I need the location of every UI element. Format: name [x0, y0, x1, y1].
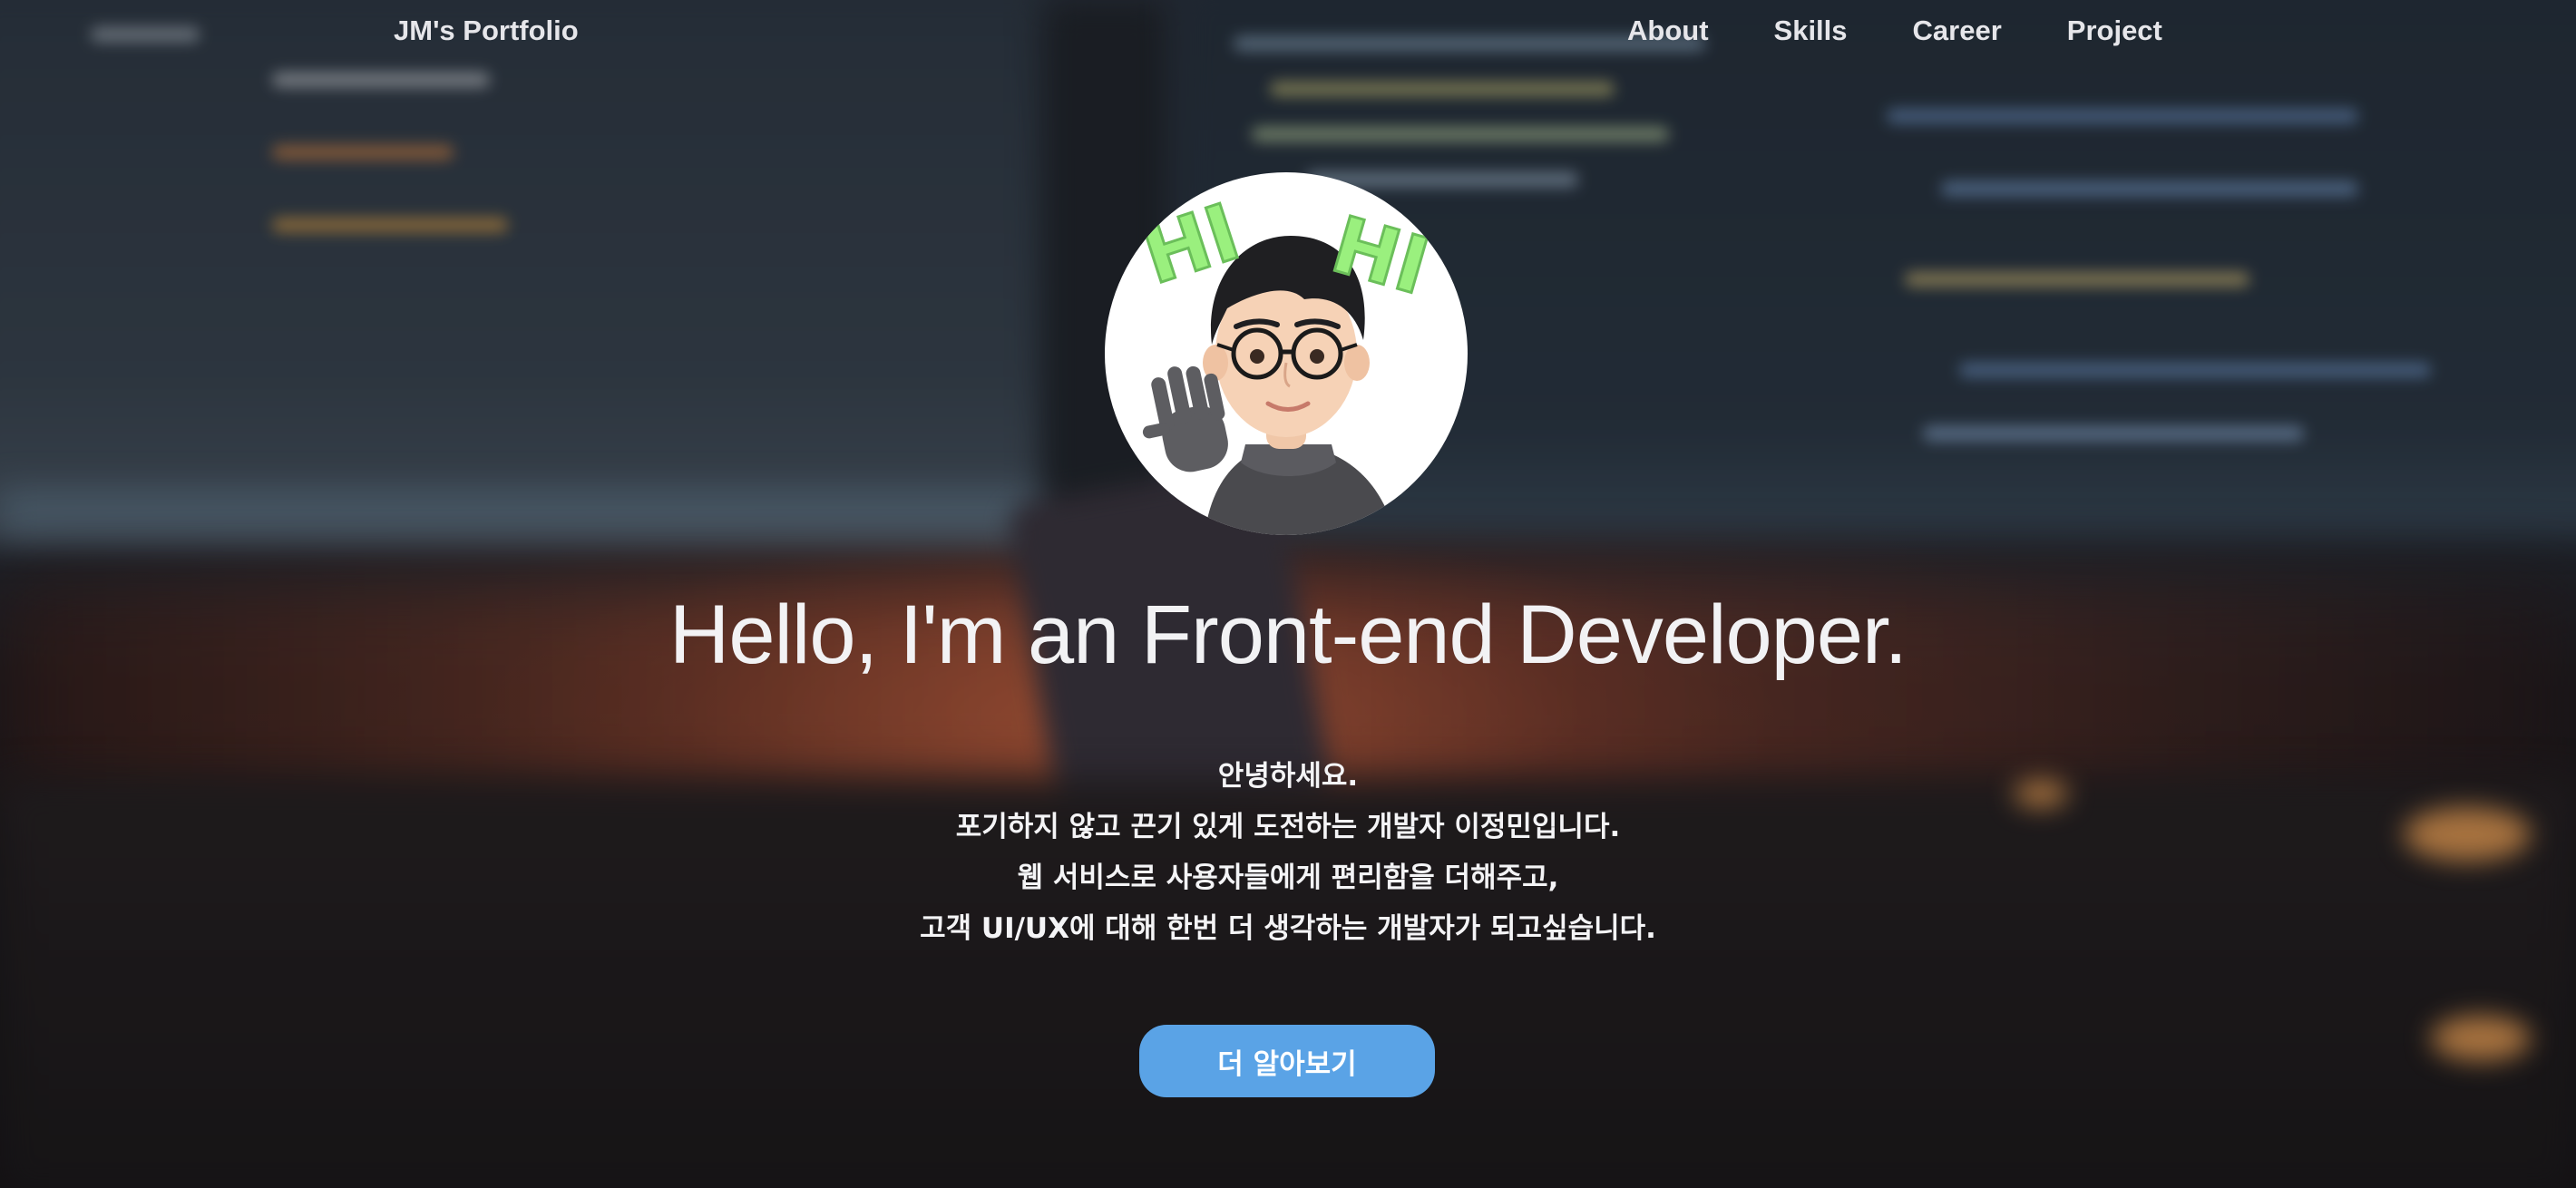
intro-line: 고객 UI/UX에 대해 한번 더 생각하는 개발자가 되고싶습니다. — [920, 912, 1656, 945]
learn-more-button[interactable]: 더 알아보기 — [1139, 1025, 1435, 1097]
intro-line: 안녕하세요. — [1217, 760, 1359, 793]
hero-intro: 안녕하세요. 포기하지 않고 끈기 있게 도전하는 개발자 이정민입니다. 웹 … — [0, 751, 2576, 954]
nav-link-project[interactable]: Project — [2067, 15, 2162, 47]
intro-line: 포기하지 않고 끈기 있게 도전하는 개발자 이정민입니다. — [955, 811, 1621, 843]
nav-links: About Skills Career Project — [1627, 15, 2162, 47]
avatar-illustration: HI HI — [1131, 186, 1439, 535]
nav-link-career[interactable]: Career — [1913, 15, 2002, 47]
top-nav: JM's Portfolio About Skills Career Proje… — [0, 0, 2576, 71]
nav-link-about[interactable]: About — [1627, 15, 1709, 47]
nav-link-skills[interactable]: Skills — [1774, 15, 1848, 47]
hero-headline: Hello, I'm an Front-end Developer. — [668, 589, 1908, 681]
brand-logo-link[interactable]: JM's Portfolio — [394, 15, 579, 47]
intro-line: 웹 서비스로 사용자들에게 편리함을 더해주고, — [1017, 862, 1559, 894]
profile-avatar: HI HI — [1105, 172, 1468, 535]
page: JM's Portfolio About Skills Career Proje… — [0, 0, 2576, 1188]
